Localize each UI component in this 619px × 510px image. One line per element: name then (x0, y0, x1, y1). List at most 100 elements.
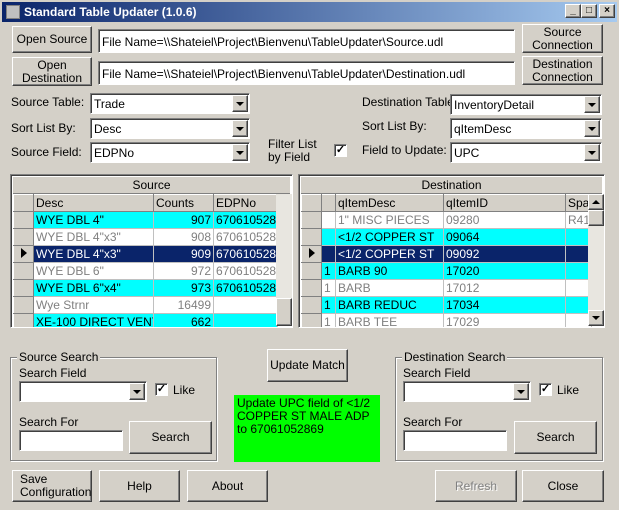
cell-edpno[interactable]: 6706105287 (213, 211, 278, 229)
cell-desc[interactable]: WYE DBL 6"x4" (33, 279, 154, 297)
source-search-button[interactable]: Search (129, 421, 212, 454)
source-grid-vscroll[interactable] (276, 194, 292, 326)
cell-counts[interactable]: 16499 (153, 296, 214, 314)
open-source-button[interactable]: Open Source (12, 26, 92, 53)
cell-n[interactable] (321, 245, 336, 263)
cell-edpno[interactable]: 6706105288 (213, 262, 278, 280)
row-selector[interactable] (301, 313, 322, 327)
cell-n[interactable] (321, 228, 336, 246)
source-grid[interactable]: Source Desc Counts EDPNo WYE DBL 4" 907 67… (10, 174, 293, 328)
cell-desc[interactable]: WYE DBL 4"x3" (33, 228, 154, 246)
table-row[interactable]: WYE DBL 4"x3" 909 6706105286 (13, 245, 278, 263)
table-row[interactable]: 1 BARB 17012 (301, 279, 592, 297)
row-selector[interactable] (13, 245, 34, 263)
cell-counts[interactable]: 662 (153, 313, 214, 327)
minimize-button[interactable]: _ (565, 4, 581, 18)
scroll-down-button[interactable] (588, 310, 604, 326)
about-button[interactable]: About (187, 470, 268, 502)
column-header-counts[interactable]: Counts (153, 194, 214, 212)
cell-qitemdesc[interactable]: 1" MISC PIECES (335, 211, 444, 229)
table-row[interactable]: WYE DBL 4" 907 6706105287 (13, 211, 278, 229)
table-row[interactable]: Wye Strnr 16499 (13, 296, 278, 314)
source-connection-button[interactable]: Source Connection (522, 24, 603, 53)
source-connection-field[interactable]: File Name=\\Shateiel\Project\Bienvenu\Ta… (98, 29, 515, 53)
chevron-down-icon[interactable] (584, 144, 600, 161)
table-row[interactable]: WYE DBL 6" 972 6706105288 (13, 262, 278, 280)
destination-search-button[interactable]: Search (514, 421, 597, 454)
close-button[interactable]: Close (522, 470, 604, 502)
cell-qitemdesc[interactable]: BARB TEE (335, 313, 444, 327)
row-selector[interactable] (13, 279, 34, 297)
source-search-field-select[interactable] (19, 381, 147, 402)
cell-qitemid[interactable]: 17012 (443, 279, 566, 297)
cell-desc[interactable]: WYE DBL 4" (33, 211, 154, 229)
cell-qitemid[interactable]: 17020 (443, 262, 566, 280)
cell-n[interactable]: 1 (321, 279, 336, 297)
cell-edpno[interactable]: 6706105286 (213, 245, 278, 263)
scroll-up-button[interactable] (588, 194, 604, 210)
table-row[interactable]: WYE DBL 6"x4" 973 6706105287 (13, 279, 278, 297)
cell-counts[interactable]: 909 (153, 245, 214, 263)
cell-n[interactable]: 1 (321, 262, 336, 280)
row-selector[interactable] (301, 245, 322, 263)
table-row[interactable]: 1" MISC PIECES09280R410 (301, 211, 592, 229)
cell-counts[interactable]: 972 (153, 262, 214, 280)
chevron-down-icon[interactable] (129, 383, 145, 400)
cell-edpno[interactable]: 6706105287 (213, 228, 278, 246)
help-button[interactable]: Help (99, 470, 180, 502)
column-header-blank[interactable] (321, 194, 336, 212)
scroll-thumb[interactable] (588, 210, 604, 226)
row-selector[interactable] (301, 211, 322, 229)
source-sort-select[interactable]: Desc (90, 118, 250, 139)
scroll-thumb[interactable] (276, 298, 292, 326)
cell-n[interactable] (321, 211, 336, 229)
filter-checkbox[interactable]: ✓ (334, 144, 347, 157)
cell-desc[interactable]: WYE DBL 4"x3" (33, 245, 154, 263)
destination-search-field-select[interactable] (403, 381, 531, 402)
cell-edpno[interactable] (213, 296, 278, 314)
source-like-checkbox[interactable]: ✓ (155, 383, 168, 396)
destination-sort-select[interactable]: qItemDesc (450, 118, 602, 139)
cell-counts[interactable]: 907 (153, 211, 214, 229)
cell-qitemid[interactable]: 17029 (443, 313, 566, 327)
table-row[interactable]: 1 BARB 90 17020 (301, 262, 592, 280)
save-configuration-button[interactable]: Save Configuration (12, 470, 92, 502)
chevron-down-icon[interactable] (232, 120, 248, 137)
row-selector[interactable] (301, 228, 322, 246)
table-row[interactable]: <1/2 COPPER ST 09092 (301, 245, 592, 263)
source-table-select[interactable]: Trade (90, 93, 250, 114)
source-field-select[interactable]: EDPNo (90, 142, 250, 163)
destination-connection-button[interactable]: Destination Connection (522, 56, 603, 85)
cell-qitemdesc[interactable]: BARB REDUC (335, 296, 444, 314)
cell-n[interactable]: 1 (321, 296, 336, 314)
cell-desc[interactable]: Wye Strnr (33, 296, 154, 314)
table-row[interactable]: 1 BARB REDUC 17034 (301, 296, 592, 314)
row-selector[interactable] (301, 262, 322, 280)
maximize-button[interactable]: □ (581, 4, 597, 18)
cell-counts[interactable]: 973 (153, 279, 214, 297)
destination-grid[interactable]: Destination qItemDesc qItemID Spac 1" MI… (298, 174, 605, 328)
cell-qitemid[interactable]: 09092 (443, 245, 566, 263)
column-header-desc[interactable]: Desc (33, 194, 154, 212)
column-header-edpno[interactable]: EDPNo (213, 194, 278, 212)
cell-qitemdesc[interactable]: <1/2 COPPER ST (335, 245, 444, 263)
chevron-down-icon[interactable] (232, 144, 248, 161)
chevron-down-icon[interactable] (232, 95, 248, 112)
table-row[interactable]: XE-100 DIRECT VENT 662 (13, 313, 278, 327)
cell-desc[interactable]: XE-100 DIRECT VENT (33, 313, 154, 327)
column-header-qitemid[interactable]: qItemID (443, 194, 566, 212)
chevron-down-icon[interactable] (584, 120, 600, 137)
source-search-input[interactable] (19, 430, 123, 451)
destination-grid-vscroll[interactable] (588, 194, 604, 326)
row-selector[interactable] (13, 262, 34, 280)
open-destination-button[interactable]: Open Destination (12, 57, 92, 86)
window-close-button[interactable]: × (599, 4, 615, 18)
cell-edpno[interactable]: 6706105287 (213, 279, 278, 297)
row-selector[interactable] (13, 313, 34, 327)
cell-edpno[interactable] (213, 313, 278, 327)
table-row[interactable]: <1/2 COPPER ST 09064 (301, 228, 592, 246)
cell-qitemid[interactable]: 09064 (443, 228, 566, 246)
chevron-down-icon[interactable] (513, 383, 529, 400)
cell-desc[interactable]: WYE DBL 6" (33, 262, 154, 280)
title-bar[interactable]: Standard Table Updater (1.0.6) (2, 2, 617, 22)
